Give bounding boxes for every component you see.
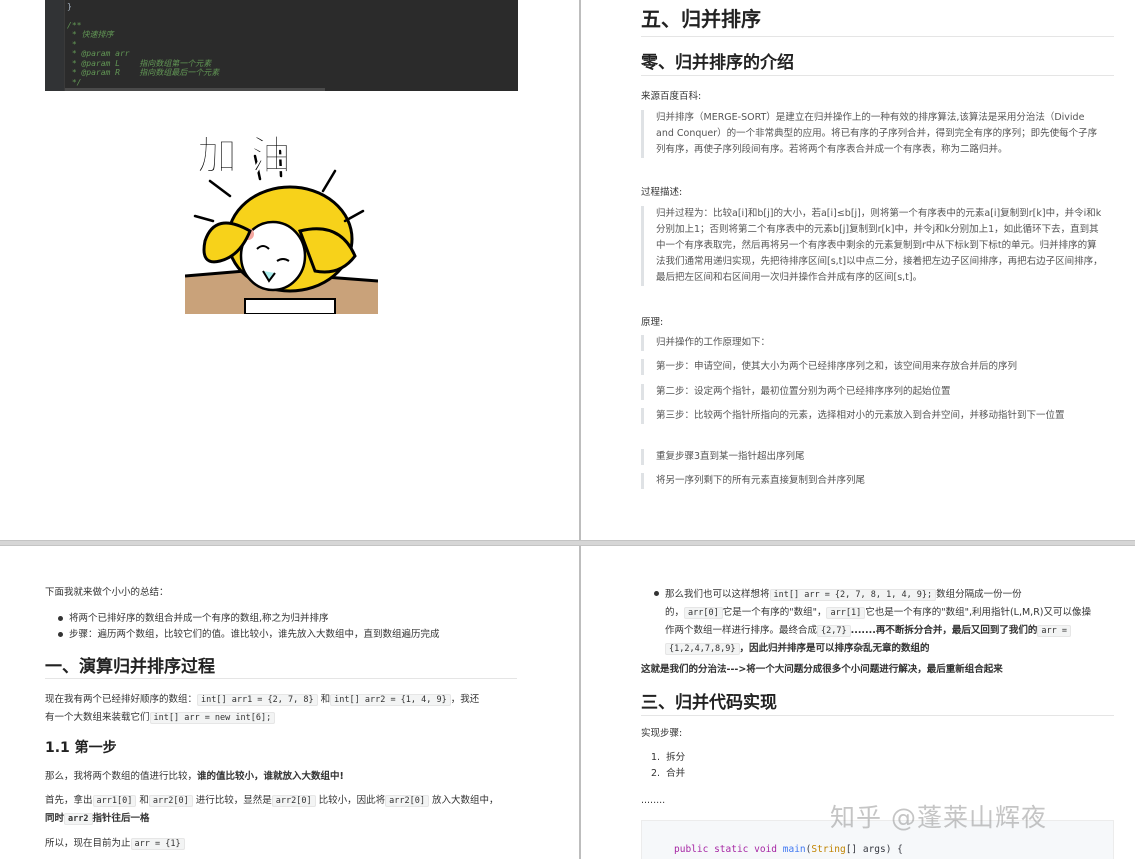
cheer-sticker-image: 加 油 [185, 121, 378, 314]
code-line: * @param R 指向数组最后一个元素 [67, 68, 220, 77]
summary-bullet: 步骤：遍历两个数组，比较它们的值。谁比较小，谁先放入大数组中，直到数组遍历完成 [58, 629, 440, 640]
code-brace: } [67, 2, 72, 11]
steps-list: 1. 拆分 2. 合并 [651, 750, 685, 782]
page-separator-vertical [579, 0, 581, 859]
source-quote: 归并排序（MERGE-SORT）是建立在归并操作上的一种有效的排序算法,该算法是… [641, 110, 1101, 158]
list-item: 2. 合并 [651, 768, 686, 779]
sticker-text: 加 油 [197, 133, 291, 179]
paragraph-first-compare: 首先，拿出 arr1[0] 和 arr2[0] 进行比较，显然是 arr2[0] 比较… [45, 795, 499, 825]
paragraph-compare: 那么，我将两个数组的值进行比较，谁的值比较小，谁就放入大数组中! [45, 771, 344, 782]
document-page-3: 下面我就来做个小小的总结： 将两个已排好序的数组合并成一个有序的数组,称之为归并… [0, 546, 579, 859]
code-line: * @param L 指向数组第一个元素 [67, 58, 212, 68]
watermark: 知乎 @蓬莱山辉夜 [830, 803, 1047, 832]
code-line: * 快速排序 [67, 30, 114, 39]
heading-code-impl: 三、归并代码实现 [641, 693, 777, 713]
section-title: 五、归并排序 [641, 7, 761, 31]
code-line: * @param arr [67, 49, 130, 58]
split-bullet: 那么我们也可以这样想将 int[] arr = {2, 7, 8, 1, 4, 9… [654, 586, 1115, 658]
code-line: * [67, 39, 77, 49]
heading-walkthrough: 一、演算归并排序过程 [45, 657, 215, 677]
paragraph-result: 所以，现在目前为止 arr = {1} [45, 835, 185, 853]
divider [641, 75, 1114, 76]
principle-item: 第二步：设定两个指针，最初位置分别为两个已经排序序列的起始位置 [641, 384, 1103, 400]
summary-intro: 下面我就来做个小小的总结： [45, 587, 169, 598]
page-separator-horizontal [0, 540, 1135, 546]
code-screenshot: } /** * 快速排序 * * @param arr * @param L 指… [45, 0, 518, 91]
ellipsis: ........ [641, 795, 666, 806]
document-page-2: 五、归并排序 零、归并排序的介绍 来源百度百科: 归并排序（MERGE-SORT… [581, 0, 1135, 540]
principle-label: 原理: [641, 317, 664, 328]
steps-label: 实现步骤: [641, 728, 683, 739]
document-page-1: } /** * 快速排序 * * @param arr * @param L 指… [0, 0, 579, 540]
principle-item: 第一步：申请空间，使其大小为两个已经排序序列之和，该空间用来存放合并后的序列 [641, 359, 1103, 375]
source-label: 来源百度百科: [641, 91, 702, 102]
code-line: /** [67, 20, 82, 30]
heading-step-1: 1.1 第一步 [45, 740, 117, 756]
principle-item: 第三步：比较两个指针所指向的元素，选择相对小的元素放入到合并空间，并移动指针到下… [641, 408, 1103, 424]
process-label: 过程描述: [641, 187, 683, 198]
principle-item: 将另一序列剩下的所有元素直接复制到合并序列尾 [641, 473, 1103, 489]
paragraph-arrays: 现在我有两个已经排好顺序的数组： int[] arr1 = {2, 7, 8} 和… [45, 694, 480, 724]
code-gutter [45, 0, 65, 91]
subsection-title: 零、归并排序的介绍 [641, 53, 794, 73]
divider [641, 36, 1114, 37]
code-line: */ [67, 77, 82, 87]
principle-item: 重复步骤3直到某一指针超出序列尾 [641, 449, 1103, 465]
summary-bullet: 将两个已排好序的数组合并成一个有序的数组,称之为归并排序 [58, 613, 329, 624]
process-quote: 归并过程为：比较a[i]和b[j]的大小，若a[i]≤b[j]，则将第一个有序表… [641, 206, 1103, 286]
code-cutoff-line [65, 88, 325, 91]
divider [641, 715, 1114, 716]
divide-conquer-summary: 这就是我们的分治法--->将一个大问题分成很多个小问题进行解决，最后重新组合起来 [641, 664, 1003, 675]
list-item: 1. 拆分 [651, 752, 686, 763]
divider [45, 678, 517, 679]
principle-item: 归并操作的工作原理如下： [641, 335, 1103, 351]
code-line-main: public static void main(String[] args) { [674, 844, 903, 855]
